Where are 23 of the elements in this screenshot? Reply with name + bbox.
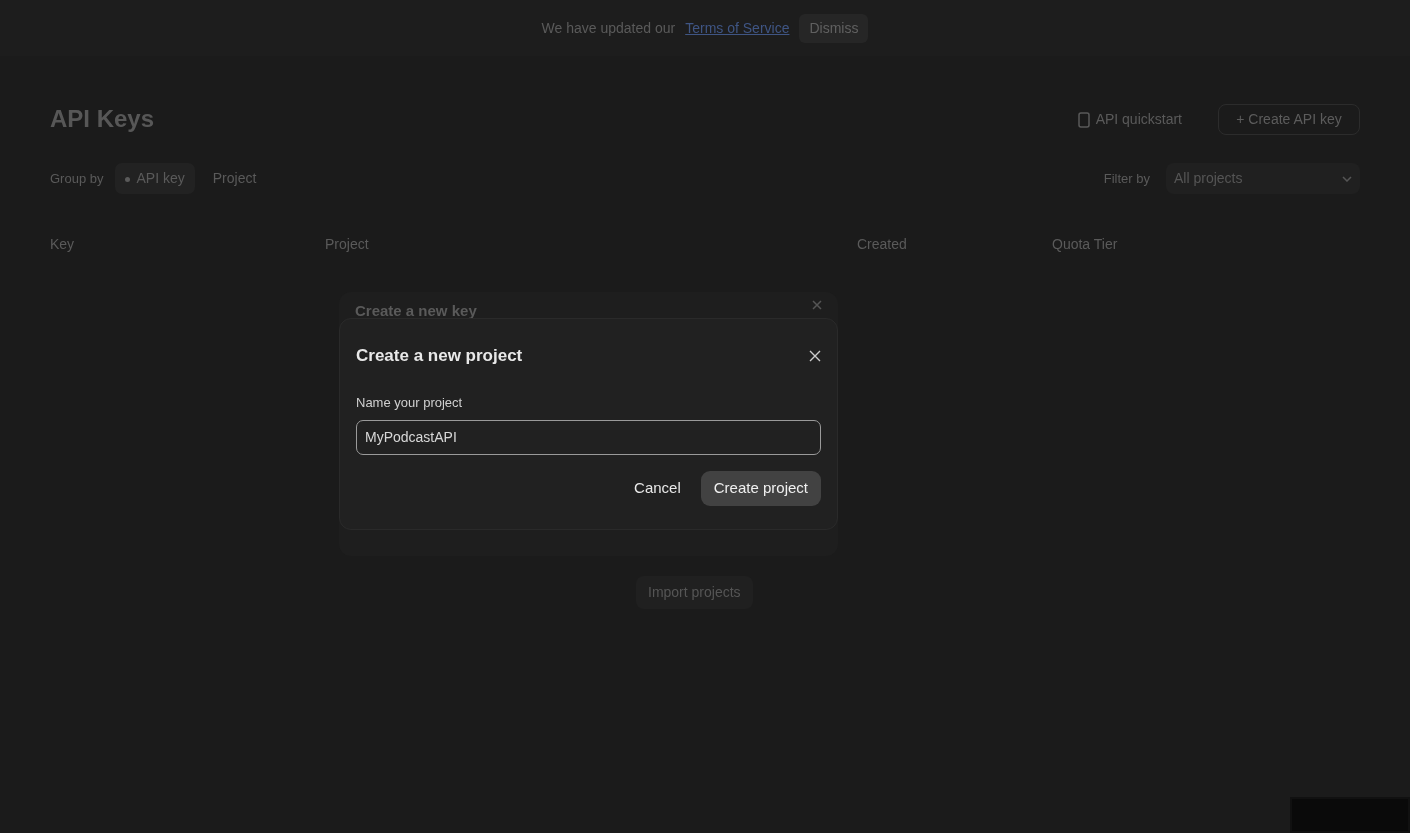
quickstart-link[interactable]: API quickstart — [1077, 109, 1182, 130]
column-header: Key — [50, 236, 75, 252]
dot-icon — [125, 176, 131, 182]
project-name-field[interactable]: MyPodcastAPI — [356, 420, 821, 455]
chevron-icon — [1342, 175, 1352, 182]
dismiss-button[interactable]: Dismiss — [799, 13, 869, 43]
column-header: Quota Tier — [1052, 236, 1118, 252]
group-option[interactable]: Project — [202, 163, 267, 194]
group-option[interactable]: API key — [115, 163, 195, 194]
dialog-title: Create a new key — [355, 301, 477, 321]
create-project-button[interactable]: Create project — [700, 471, 821, 506]
document-icon — [1077, 111, 1090, 128]
create-key-button[interactable]: + Create API key — [1218, 104, 1360, 135]
cancel-button[interactable]: Cancel — [622, 471, 693, 506]
page-title: API Keys — [50, 105, 155, 134]
terms-link[interactable]: Terms of Service — [685, 17, 790, 39]
group-by-label: Group by — [50, 169, 104, 188]
column-header: Project — [325, 236, 369, 252]
column-header: Created — [857, 236, 907, 252]
field-label: Name your project — [356, 393, 464, 412]
filter-label: Filter by — [1103, 169, 1150, 188]
dialog-title: Create a new project — [356, 345, 523, 367]
notice-text: We have updated our — [541, 18, 676, 38]
